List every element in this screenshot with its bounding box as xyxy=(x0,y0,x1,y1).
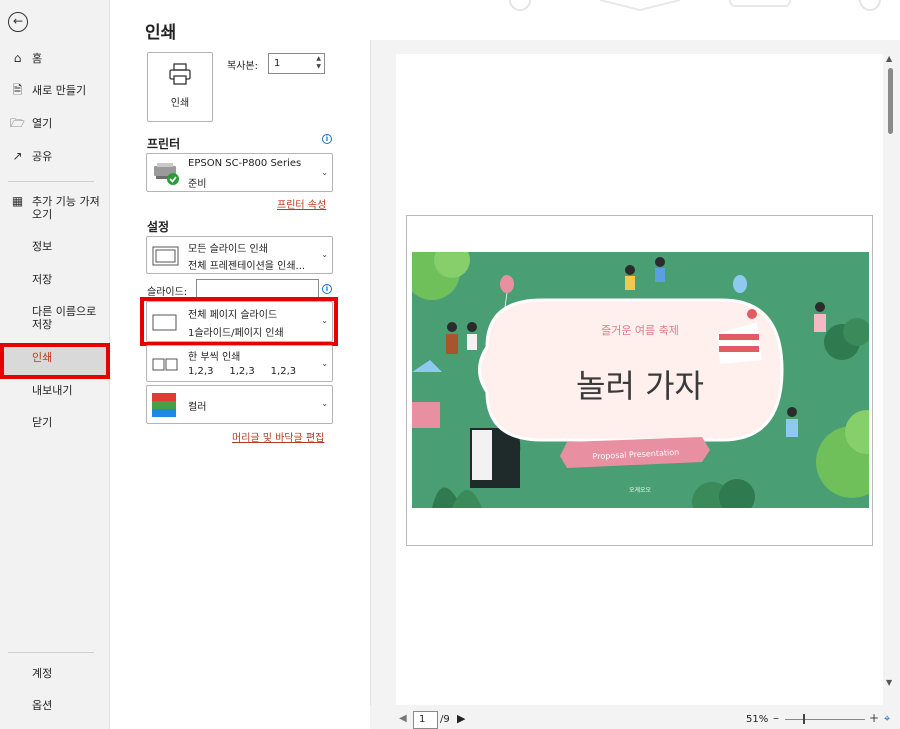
nav-save-label: 저장 xyxy=(32,273,53,286)
chevron-down-icon: ⌄ xyxy=(321,359,328,368)
preview-scrollbar[interactable]: ▲ ▼ xyxy=(885,54,897,694)
printer-section-label: 프린터 xyxy=(147,137,181,151)
nav-new[interactable]: 🗎 새로 만들기 xyxy=(0,83,110,98)
copies-stepper[interactable]: 1 ▲ ▼ xyxy=(268,53,325,74)
nav-divider xyxy=(8,181,94,182)
printer-dropdown[interactable]: EPSON SC-P800 Series 준비 ⌄ xyxy=(146,153,333,192)
nav-home-label: 홈 xyxy=(32,52,43,65)
nav-addins[interactable]: ▦ 추가 기능 가져오기 xyxy=(0,194,102,222)
nav-divider xyxy=(8,652,94,653)
scroll-down-icon[interactable]: ▼ xyxy=(886,678,892,687)
nav-save-as[interactable]: 다른 이름으로 저장 xyxy=(0,305,100,331)
zoom-slider-thumb[interactable] xyxy=(803,714,805,724)
nav-open[interactable]: 🗁 열기 xyxy=(0,116,110,131)
spin-arrows-icon[interactable]: ▲ ▼ xyxy=(316,55,321,71)
nav-export[interactable]: 내보내기 xyxy=(0,384,110,397)
layout-highlight xyxy=(140,297,338,346)
scroll-up-icon[interactable]: ▲ xyxy=(886,54,892,63)
printer-properties-link[interactable]: 프린터 속성 xyxy=(277,196,326,211)
nav-share-label: 공유 xyxy=(32,150,53,163)
page-title: 인쇄 xyxy=(145,23,177,43)
home-icon: ⌂ xyxy=(13,51,22,65)
zoom-in-icon[interactable]: + xyxy=(869,711,879,725)
nav-new-label: 새로 만들기 xyxy=(32,84,87,97)
backstage-nav: ← ⌂ 홈 🗎 새로 만들기 🗁 열기 ↗ 공유 ▦ 추가 기능 가져오기 정보… xyxy=(0,0,110,729)
printer-ready-icon xyxy=(152,162,180,190)
color-label: 컬러 xyxy=(188,402,207,413)
printer-name: EPSON SC-P800 Series xyxy=(188,158,302,169)
nav-print-label: 인쇄 xyxy=(32,351,53,364)
folder-open-icon: 🗁 xyxy=(10,116,25,130)
nav-save-as-label: 다른 이름으로 저장 xyxy=(32,305,97,331)
back-arrow-icon[interactable]: ← xyxy=(8,12,28,32)
nav-close-label: 닫기 xyxy=(32,416,53,429)
slide-banner: 즐거운 여름 축제 xyxy=(601,324,679,337)
nav-options-label: 옵션 xyxy=(32,699,53,712)
page-total: /9 xyxy=(440,714,450,725)
info-icon[interactable]: i xyxy=(322,284,332,294)
share-icon: ↗ xyxy=(12,149,23,163)
nav-close[interactable]: 닫기 xyxy=(0,416,110,429)
slides-label: 슬라이드: xyxy=(147,287,188,298)
collate-line2: 1,2,3 1,2,3 1,2,3 xyxy=(188,366,297,377)
chevron-down-icon: ⌄ xyxy=(321,250,328,259)
slides-stack-icon xyxy=(152,246,180,270)
nav-home[interactable]: ⌂ 홈 xyxy=(0,51,110,66)
new-file-icon: 🗎 xyxy=(12,83,23,97)
nav-options[interactable]: 옵션 xyxy=(0,699,110,712)
prev-page-icon[interactable]: ◀ xyxy=(399,713,407,724)
slide-preview: 즐거운 여름 축제 놀러 가자 Proposal Presentation 오게… xyxy=(412,252,869,508)
nav-save[interactable]: 저장 xyxy=(0,273,110,286)
nav-account-label: 계정 xyxy=(32,667,53,680)
nav-print[interactable]: 인쇄 xyxy=(0,351,110,364)
color-dropdown[interactable]: 컬러 ⌄ xyxy=(146,385,333,424)
copies-label: 복사본: xyxy=(227,61,258,72)
fit-to-window-icon[interactable]: ⌖ xyxy=(884,712,890,726)
info-icon[interactable]: i xyxy=(322,134,332,144)
nav-share[interactable]: ↗ 공유 xyxy=(0,149,110,164)
scope-line1: 모든 슬라이드 인쇄 xyxy=(188,244,268,255)
page-number-input[interactable]: 1 xyxy=(413,711,438,729)
slide-footer: 오게오오 xyxy=(629,486,652,494)
slides-input[interactable] xyxy=(196,279,319,299)
slide-title: 놀러 가자 xyxy=(576,367,704,405)
header-footer-link[interactable]: 머리글 및 바닥글 편집 xyxy=(232,429,324,444)
nav-info-label: 정보 xyxy=(32,240,53,253)
chevron-down-icon: ⌄ xyxy=(321,399,328,408)
addins-icon: ▦ xyxy=(11,194,24,208)
zoom-out-icon[interactable]: – xyxy=(773,711,779,725)
next-page-icon[interactable]: ▶ xyxy=(457,712,465,725)
nav-info[interactable]: 정보 xyxy=(0,240,110,253)
nav-open-label: 열기 xyxy=(32,117,53,130)
nav-addins-label: 추가 기능 가져오기 xyxy=(32,195,100,221)
settings-section-label: 설정 xyxy=(147,220,170,234)
zoom-level: 51% xyxy=(746,714,769,725)
page-current: 1 xyxy=(419,714,426,725)
print-button[interactable]: 인쇄 xyxy=(147,52,213,122)
copies-value: 1 xyxy=(274,58,281,69)
scope-line2: 전체 프레젠테이션을 인쇄... xyxy=(188,261,306,272)
printer-icon xyxy=(148,63,212,90)
collate-dropdown[interactable]: 한 부씩 인쇄 1,2,3 1,2,3 1,2,3 ⌄ xyxy=(146,345,333,382)
collate-icon xyxy=(152,357,180,376)
zoom-slider[interactable] xyxy=(785,719,865,720)
print-scope-dropdown[interactable]: 모든 슬라이드 인쇄 전체 프레젠테이션을 인쇄... ⌄ xyxy=(146,236,333,274)
print-button-label: 인쇄 xyxy=(170,98,190,109)
printer-status: 준비 xyxy=(188,179,207,190)
scroll-thumb[interactable] xyxy=(888,68,893,134)
chevron-down-icon: ⌄ xyxy=(321,168,328,177)
nav-export-label: 내보내기 xyxy=(32,384,73,397)
background-decoration xyxy=(509,0,881,12)
nav-account[interactable]: 계정 xyxy=(0,667,110,680)
color-swatch-icon xyxy=(152,393,176,421)
collate-line1: 한 부씩 인쇄 xyxy=(188,352,241,363)
